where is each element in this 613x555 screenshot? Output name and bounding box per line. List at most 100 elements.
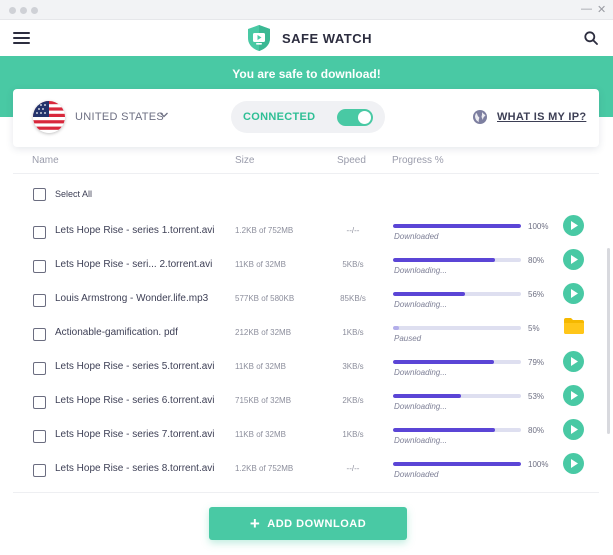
- us-flag-icon[interactable]: [33, 101, 65, 133]
- close-icon[interactable]: ✕: [597, 3, 606, 16]
- file-speed: --/--: [346, 464, 360, 473]
- connection-status: CONNECTED: [231, 101, 385, 133]
- file-speed: 3KB/s: [342, 362, 364, 371]
- progress-bar: [393, 462, 521, 466]
- table-row[interactable]: Louis Armstrong - Wonder.life.mp3 577KB …: [0, 283, 600, 317]
- connection-card: UNITED STATES CONNECTED WHAT IS MY IP?: [13, 89, 599, 147]
- progress-bar: [393, 360, 521, 364]
- play-icon: [571, 289, 578, 298]
- file-name: Lets Hope Rise - seri... 2.torrent.avi: [55, 259, 213, 270]
- select-all-checkbox[interactable]: [33, 188, 46, 201]
- download-status: Downloaded: [394, 232, 439, 241]
- file-speed: --/--: [346, 226, 360, 235]
- col-header-progress[interactable]: Progress %: [392, 155, 444, 166]
- search-icon[interactable]: [584, 31, 598, 45]
- play-button[interactable]: [563, 215, 584, 236]
- progress-fill: [393, 428, 496, 432]
- play-button[interactable]: [563, 249, 584, 270]
- progress-bar: [393, 326, 521, 330]
- table-row[interactable]: Lets Hope Rise - series 6.torrent.avi 71…: [0, 385, 600, 419]
- file-size: 715KB of 32MB: [235, 396, 292, 405]
- progress-percent: 79%: [528, 358, 545, 367]
- app-title: SAFE WATCH: [282, 30, 372, 46]
- col-header-size[interactable]: Size: [235, 155, 254, 166]
- row-checkbox[interactable]: [33, 260, 46, 273]
- table-row[interactable]: Lets Hope Rise - seri... 2.torrent.avi 1…: [0, 249, 600, 283]
- window-minimize-dot[interactable]: [20, 7, 27, 14]
- add-download-label: ADD DOWNLOAD: [267, 517, 367, 530]
- play-button[interactable]: [563, 283, 584, 304]
- download-status: Downloading...: [394, 402, 447, 411]
- progress-bar: [393, 258, 521, 262]
- play-icon: [571, 459, 578, 468]
- brand: SAFE WATCH: [244, 22, 372, 54]
- col-header-speed[interactable]: Speed: [337, 155, 366, 166]
- table-row[interactable]: Lets Hope Rise - series 7.torrent.avi 11…: [0, 419, 600, 453]
- window-close-dot[interactable]: [9, 7, 16, 14]
- row-checkbox[interactable]: [33, 464, 46, 477]
- progress-bar: [393, 394, 521, 398]
- row-checkbox[interactable]: [33, 328, 46, 341]
- row-checkbox[interactable]: [33, 294, 46, 307]
- app-header: SAFE WATCH: [0, 20, 613, 56]
- row-checkbox[interactable]: [33, 226, 46, 239]
- file-name: Lets Hope Rise - series 6.torrent.avi: [55, 395, 215, 406]
- progress-fill: [393, 292, 465, 296]
- window-maximize-dot[interactable]: [31, 7, 38, 14]
- folder-icon[interactable]: [563, 317, 585, 335]
- progress-percent: 5%: [528, 324, 540, 333]
- col-header-name[interactable]: Name: [32, 155, 59, 166]
- chevron-down-icon[interactable]: [159, 110, 169, 120]
- file-name: Lets Hope Rise - series 8.torrent.avi: [55, 463, 215, 474]
- play-icon: [571, 391, 578, 400]
- file-name: Actionable-gamification. pdf: [55, 327, 178, 338]
- connection-toggle[interactable]: [337, 109, 373, 126]
- divider: [13, 492, 599, 493]
- toggle-knob: [358, 111, 371, 124]
- menu-icon[interactable]: [13, 32, 30, 45]
- download-status: Downloading...: [394, 368, 447, 377]
- play-button[interactable]: [563, 453, 584, 474]
- connection-label: CONNECTED: [243, 111, 316, 123]
- minimize-icon[interactable]: —: [581, 3, 592, 15]
- what-is-my-ip-link[interactable]: WHAT IS MY IP?: [497, 111, 586, 123]
- download-status: Downloading...: [394, 266, 447, 275]
- row-checkbox[interactable]: [33, 396, 46, 409]
- progress-fill: [393, 462, 521, 466]
- file-speed: 1KB/s: [342, 430, 364, 439]
- play-button[interactable]: [563, 419, 584, 440]
- table-row[interactable]: Lets Hope Rise - series 1.torrent.avi 1.…: [0, 215, 600, 249]
- download-status: Downloaded: [394, 470, 439, 479]
- file-size: 11KB of 32MB: [235, 430, 286, 439]
- play-icon: [571, 255, 578, 264]
- window-titlebar: — ✕: [0, 0, 613, 20]
- progress-percent: 100%: [528, 222, 549, 231]
- table-row[interactable]: Actionable-gamification. pdf 212KB of 32…: [0, 317, 600, 351]
- row-checkbox[interactable]: [33, 362, 46, 375]
- file-name: Lets Hope Rise - series 5.torrent.avi: [55, 361, 215, 372]
- progress-bar: [393, 428, 521, 432]
- table-row[interactable]: Lets Hope Rise - series 5.torrent.avi 11…: [0, 351, 600, 385]
- file-speed: 2KB/s: [342, 396, 364, 405]
- country-selector[interactable]: UNITED STATES: [75, 111, 164, 123]
- file-speed: 5KB/s: [342, 260, 364, 269]
- play-icon: [571, 221, 578, 230]
- progress-percent: 53%: [528, 392, 545, 401]
- file-name: Lets Hope Rise - series 7.torrent.avi: [55, 429, 215, 440]
- add-download-button[interactable]: + ADD DOWNLOAD: [209, 507, 407, 540]
- play-button[interactable]: [563, 351, 584, 372]
- play-button[interactable]: [563, 385, 584, 406]
- table-row[interactable]: Lets Hope Rise - series 8.torrent.avi 1.…: [0, 453, 600, 487]
- divider: [13, 173, 599, 174]
- file-size: 212KB of 32MB: [235, 328, 292, 337]
- progress-fill: [393, 326, 400, 330]
- select-all-label: Select All: [55, 189, 93, 199]
- progress-percent: 56%: [528, 290, 545, 299]
- row-checkbox[interactable]: [33, 430, 46, 443]
- scrollbar[interactable]: [607, 248, 610, 434]
- file-size: 1.2KB of 752MB: [235, 464, 294, 473]
- plus-icon: +: [249, 514, 261, 533]
- progress-percent: 100%: [528, 460, 549, 469]
- file-speed: 85KB/s: [340, 294, 366, 303]
- progress-fill: [393, 224, 521, 228]
